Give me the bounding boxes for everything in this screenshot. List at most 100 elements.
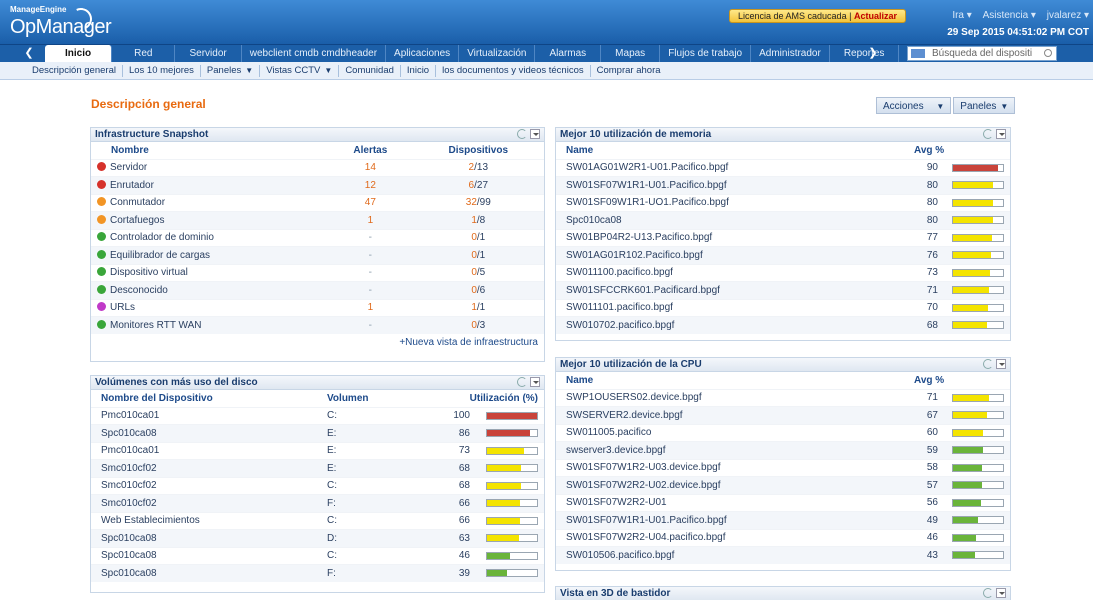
cell-name[interactable]: SW01SFCCRK601.Pacificard.bpgf — [556, 281, 908, 299]
cell-device[interactable]: Smc010cf02 — [91, 476, 321, 495]
cell-device[interactable]: Smc010cf02 — [91, 494, 321, 512]
devices-total[interactable]: /1 — [477, 250, 485, 261]
cell-device[interactable]: Spc010ca08 — [91, 529, 321, 547]
user-link-support[interactable]: Asistencia ▾ — [983, 10, 1036, 21]
subnav-inicio[interactable]: Inicio — [401, 64, 437, 77]
search-icon[interactable] — [1044, 49, 1052, 57]
snapshot-row[interactable]: Dispositivo virtual -0/5 — [91, 263, 544, 282]
widget-menu-icon[interactable] — [996, 129, 1006, 139]
nav-prev-icon[interactable]: ❮ — [14, 45, 44, 62]
cell-alerts[interactable]: - — [328, 228, 413, 247]
cell-name[interactable]: SW01BP04R2-U13.Pacifico.bpgf — [556, 228, 908, 247]
app-logo[interactable]: OpManager — [10, 16, 112, 39]
cell-name[interactable]: SW01SF07W1R1-U01.Pacifico.bpgf — [556, 511, 908, 529]
refresh-icon[interactable] — [517, 377, 527, 387]
disk-row[interactable]: Spc010ca08 E: 86 — [91, 424, 544, 442]
category-link[interactable]: Desconocido — [110, 285, 168, 296]
cell-alerts[interactable]: - — [328, 246, 413, 264]
tab-aplicaciones[interactable]: Aplicaciones — [386, 45, 460, 62]
refresh-icon[interactable] — [983, 588, 993, 598]
disk-row[interactable]: Pmc010ca01 C: 100 — [91, 406, 544, 425]
widget-menu-icon[interactable] — [530, 129, 540, 139]
snapshot-row[interactable]: URLs 1 1/1 — [91, 298, 544, 317]
disk-row[interactable]: Smc010cf02 C: 68 — [91, 476, 544, 495]
memory-row[interactable]: SW011100.pacifico.bpgf 73 — [556, 263, 1010, 282]
memory-row[interactable]: Spc010ca08 80 — [556, 211, 1010, 229]
user-link-account[interactable]: jvalarez ▾ — [1047, 10, 1089, 21]
cell-name[interactable]: swserver3.device.bpgf — [556, 441, 908, 459]
cell-name[interactable]: SWP1OUSERS02.device.bpgf — [556, 388, 908, 407]
cell-name[interactable]: SW011005.pacifico — [556, 423, 908, 442]
devices-total[interactable]: /8 — [477, 215, 485, 226]
actions-dropdown[interactable]: Acciones ▼ — [876, 97, 952, 114]
devices-total[interactable]: /3 — [477, 320, 485, 331]
category-link[interactable]: URLs — [110, 302, 135, 313]
cpu-row[interactable]: SW01SF07W1R1-U01.Pacifico.bpgf 49 — [556, 511, 1010, 529]
snapshot-row[interactable]: Conmutador 47 32/99 — [91, 193, 544, 212]
cell-device[interactable]: Spc010ca08 — [91, 546, 321, 565]
disk-row[interactable]: Web Establecimientos C: 66 — [91, 511, 544, 530]
cell-device[interactable]: Pmc010ca01 — [91, 406, 321, 425]
cell-name[interactable]: SW01SF07W2R2-U02.device.bpgf — [556, 476, 908, 494]
cpu-row[interactable]: SW01SF07W2R2-U04.pacifico.bpgf 46 — [556, 528, 1010, 547]
cell-device[interactable]: Pmc010ca01 — [91, 441, 321, 460]
category-link[interactable]: Enrutador — [110, 180, 154, 191]
cell-name[interactable]: SW01SF07W2R2-U04.pacifico.bpgf — [556, 528, 908, 547]
memory-row[interactable]: SW01SF07W1R1-U01.Pacifico.bpgf 80 — [556, 176, 1010, 194]
cell-name[interactable]: Spc010ca08 — [556, 211, 908, 229]
cell-name[interactable]: SW01SF07W1R1-U01.Pacifico.bpgf — [556, 176, 908, 194]
snapshot-row[interactable]: Controlador de dominio -0/1 — [91, 228, 544, 247]
cpu-row[interactable]: swserver3.device.bpgf 59 — [556, 441, 1010, 459]
category-link[interactable]: Dispositivo virtual — [110, 267, 188, 278]
devices-total[interactable]: /27 — [474, 180, 488, 191]
memory-row[interactable]: SW011101.pacifico.bpgf 70 — [556, 298, 1010, 317]
cell-name[interactable]: SWSERVER2.device.bpgf — [556, 406, 908, 424]
cell-alerts[interactable]: - — [328, 281, 413, 299]
memory-row[interactable]: SW010702.pacifico.bpgf 68 — [556, 316, 1010, 334]
cell-name[interactable]: SW010702.pacifico.bpgf — [556, 316, 908, 334]
user-link-ira[interactable]: Ira ▾ — [952, 10, 971, 21]
cell-alerts[interactable]: - — [328, 316, 413, 334]
subnav-paneles[interactable]: Paneles ▼ — [201, 64, 261, 77]
subnav-descripcion[interactable]: Descripción general — [26, 64, 123, 77]
cell-device[interactable]: Web Establecimientos — [91, 511, 321, 530]
category-link[interactable]: Controlador de dominio — [110, 232, 214, 243]
new-infra-view-link[interactable]: +Nueva vista de infraestructura — [91, 334, 544, 351]
panels-dropdown[interactable]: Paneles ▼ — [953, 97, 1016, 114]
devices-total[interactable]: /1 — [477, 302, 485, 313]
cell-device[interactable]: Spc010ca08 — [91, 424, 321, 442]
cell-name[interactable]: SW01AG01R102.Pacifico.bpgf — [556, 246, 908, 264]
subnav-comprar[interactable]: Comprar ahora — [591, 65, 667, 77]
tab-administrador[interactable]: Administrador — [751, 45, 830, 62]
category-link[interactable]: Cortafuegos — [110, 215, 164, 226]
devices-total[interactable]: /13 — [474, 162, 488, 173]
snapshot-row[interactable]: Desconocido -0/6 — [91, 281, 544, 299]
memory-row[interactable]: SW01AG01R102.Pacifico.bpgf 76 — [556, 246, 1010, 264]
disk-row[interactable]: Smc010cf02 E: 68 — [91, 459, 544, 477]
cell-alerts[interactable]: 47 — [328, 193, 413, 212]
subnav-top10[interactable]: Los 10 mejores — [123, 64, 201, 77]
disk-row[interactable]: Pmc010ca01 E: 73 — [91, 441, 544, 460]
cpu-row[interactable]: SW011005.pacifico 60 — [556, 423, 1010, 442]
cpu-row[interactable]: SW01SF07W1R2-U03.device.bpgf 58 — [556, 458, 1010, 477]
devices-total[interactable]: /5 — [477, 267, 485, 278]
snapshot-row[interactable]: Monitores RTT WAN -0/3 — [91, 316, 544, 334]
widget-menu-icon[interactable] — [530, 377, 540, 387]
cell-device[interactable]: Smc010cf02 — [91, 459, 321, 477]
subnav-cctv[interactable]: Vistas CCTV ▼ — [260, 64, 340, 77]
disk-row[interactable]: Spc010ca08 D: 63 — [91, 529, 544, 547]
tab-virtualizacion[interactable]: Virtualización — [459, 45, 536, 62]
nav-next-icon[interactable]: ❯ — [858, 45, 888, 62]
devices-total[interactable]: /1 — [477, 232, 485, 243]
cell-name[interactable]: SW011101.pacifico.bpgf — [556, 298, 908, 317]
tab-flujos[interactable]: Flujos de trabajo — [660, 45, 752, 62]
cell-name[interactable]: SW01AG01W2R1-U01.Pacifico.bpgf — [556, 158, 908, 177]
cell-name[interactable]: SW010506.pacifico.bpgf — [556, 546, 908, 564]
memory-row[interactable]: SW01SF09W1R1-UO1.Pacifico.bpgf 80 — [556, 193, 1010, 212]
snapshot-row[interactable]: Servidor 14 2/13 — [91, 158, 544, 177]
cell-name[interactable]: SW011100.pacifico.bpgf — [556, 263, 908, 282]
snapshot-row[interactable]: Equilibrador de cargas -0/1 — [91, 246, 544, 264]
cell-device[interactable]: Spc010ca08 — [91, 564, 321, 582]
widget-menu-icon[interactable] — [996, 359, 1006, 369]
cpu-row[interactable]: SW01SF07W2R2-U01 56 — [556, 493, 1010, 512]
